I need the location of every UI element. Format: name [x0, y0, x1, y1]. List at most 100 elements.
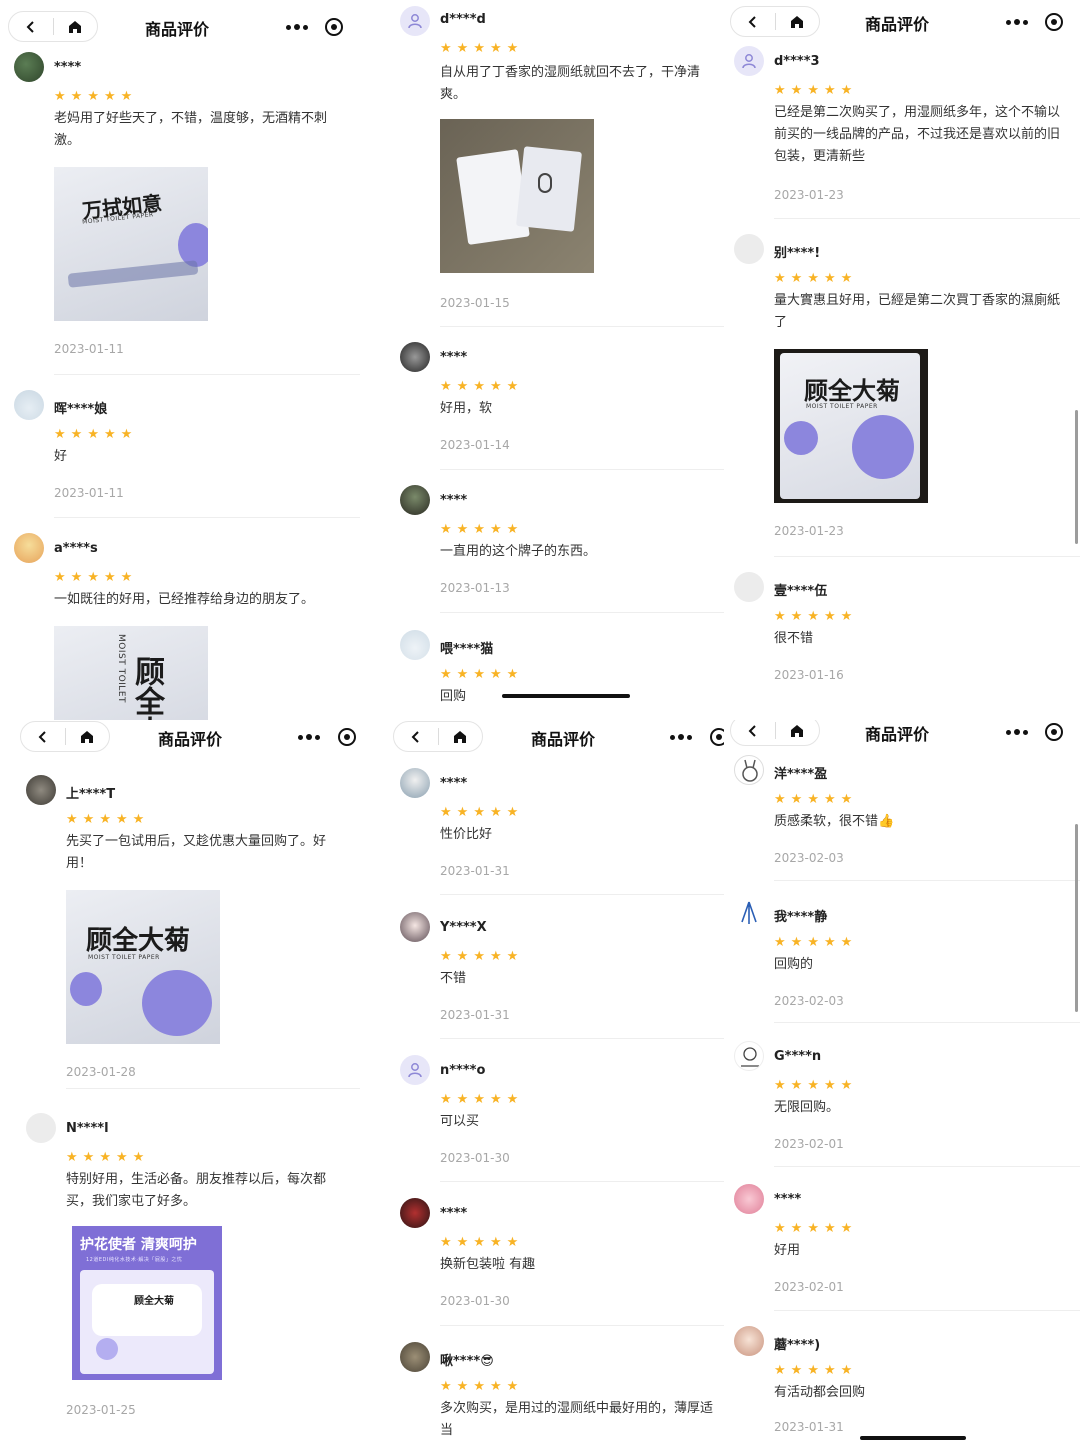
close-miniprogram-icon[interactable]	[325, 18, 343, 36]
review-text: 不错	[440, 971, 467, 986]
review-username: n****o	[440, 1063, 486, 1078]
review-date: 2023-01-11	[54, 486, 124, 500]
review-item: 别****! ★ ★ ★ ★ ★ 量大實惠且好用，已經是第二次買丁香家的濕廁紙了 顾全大…	[734, 234, 1080, 554]
back-icon[interactable]	[21, 722, 65, 751]
review-item: **** ★ ★ ★ ★ ★ 好用 2023-02-01	[734, 1184, 1080, 1304]
review-text: 可以买	[440, 1114, 480, 1129]
review-photo[interactable]: 顾全大菊 MOIST TOILET PAPER	[774, 349, 928, 503]
review-text: 老妈用了好些天了，不错，温度够，无酒精不刺激。	[54, 111, 328, 148]
review-item: n****o ★ ★ ★ ★ ★ 可以买 2023-01-30	[400, 1055, 724, 1175]
review-date: 2023-01-28	[66, 1065, 136, 1079]
avatar	[14, 533, 44, 563]
more-icon[interactable]	[1006, 19, 1028, 25]
scrollbar[interactable]	[1075, 824, 1078, 1012]
star-rating: ★ ★ ★ ★ ★	[66, 1150, 145, 1165]
review-text: 特别好用，生活必备。朋友推荐以后，每次都买，我们家屯了好多。	[66, 1172, 327, 1209]
star-rating: ★ ★ ★ ★ ★	[440, 667, 519, 682]
review-date: 2023-01-14	[440, 438, 510, 452]
avatar	[734, 46, 764, 76]
review-text: 一直用的这个牌子的东西。	[440, 544, 597, 559]
review-item: 晖****娘 ★ ★ ★ ★ ★ 好 2023-01-11	[14, 390, 364, 510]
review-item: Y****X ★ ★ ★ ★ ★ 不错 2023-01-31	[400, 912, 724, 1032]
avatar	[14, 390, 44, 420]
close-miniprogram-icon[interactable]	[710, 728, 724, 746]
package-subtitle: MOIST TOILET PAPER	[806, 403, 878, 410]
avatar	[400, 912, 430, 942]
back-icon[interactable]	[731, 720, 775, 745]
star-rating: ★ ★ ★ ★ ★	[66, 812, 145, 827]
home-icon[interactable]	[438, 722, 482, 751]
review-date: 2023-01-23	[774, 188, 844, 202]
review-username: 晖****娘	[54, 402, 108, 417]
back-icon[interactable]	[9, 12, 53, 41]
review-username: ****	[440, 350, 468, 365]
review-item: d****d ★ ★ ★ ★ ★ 自从用了丁香家的湿厕纸就回不去了，干净清爽。 2023…	[400, 6, 724, 326]
avatar	[26, 1113, 56, 1143]
nav-capsule	[730, 720, 820, 746]
close-miniprogram-icon[interactable]	[338, 728, 356, 746]
avatar	[734, 234, 764, 264]
avatar	[400, 768, 430, 798]
review-username: d****3	[774, 54, 820, 69]
more-icon[interactable]	[670, 734, 692, 740]
review-item: **** ★ ★ ★ ★ ★ 换新包装啦 有趣 2023-01-30	[400, 1198, 724, 1318]
review-username: 蘑****)	[774, 1338, 821, 1353]
more-icon[interactable]	[1006, 729, 1028, 735]
more-icon[interactable]	[286, 24, 308, 30]
review-photo[interactable]	[440, 119, 594, 273]
close-miniprogram-icon[interactable]	[1045, 13, 1063, 31]
review-text: 自从用了丁香家的湿厕纸就回不去了，干净清爽。	[440, 65, 701, 102]
review-username: ****	[440, 493, 468, 508]
star-rating: ★ ★ ★ ★ ★	[774, 935, 853, 950]
review-date: 2023-01-31	[440, 864, 510, 878]
star-rating: ★ ★ ★ ★ ★	[440, 522, 519, 537]
screenshot-panel-6: 商品评价 洋****盈 ★ ★ ★ ★ ★ 质感柔软，很不错👍 2023-02-03 我…	[724, 720, 1080, 1440]
review-username: Y****X	[440, 920, 487, 935]
page-title: 商品评价	[531, 730, 596, 749]
star-rating: ★ ★ ★ ★ ★	[54, 570, 133, 585]
star-rating: ★ ★ ★ ★ ★	[774, 271, 853, 286]
review-text: 换新包装啦 有趣	[440, 1257, 536, 1272]
review-item: G****n ★ ★ ★ ★ ★ 无限回购。 2023-02-01	[734, 1041, 1080, 1161]
package-title: 顾全大菊	[86, 926, 191, 956]
review-username: ****	[774, 1192, 802, 1207]
review-photo[interactable]: 万拭如意 MOIST TOILET PAPER	[54, 167, 208, 321]
home-indicator	[860, 1436, 966, 1440]
review-item: **** ★ ★ ★ ★ ★ 一直用的这个牌子的东西。 2023-01-13	[400, 485, 724, 605]
star-rating: ★ ★ ★ ★ ★	[440, 1379, 519, 1394]
home-icon[interactable]	[65, 722, 109, 751]
home-indicator	[502, 694, 630, 698]
review-photo[interactable]: 顾全大 MOIST TOILET	[54, 626, 208, 720]
star-rating: ★ ★ ★ ★ ★	[440, 379, 519, 394]
star-rating: ★ ★ ★ ★ ★	[440, 949, 519, 964]
package-subtitle: 12道EDI纯化水技术·解决「屁股」之忧	[86, 1257, 183, 1263]
package-title: 顾全大	[129, 656, 164, 720]
screenshot-panel-2: d****d ★ ★ ★ ★ ★ 自从用了丁香家的湿厕纸就回不去了，干净清爽。 2023…	[364, 0, 724, 720]
review-photo[interactable]: 顾全大菊 MOIST TOILET PAPER	[66, 890, 220, 1044]
review-date: 2023-01-23	[774, 524, 844, 538]
avatar	[734, 1041, 764, 1071]
nav-capsule	[20, 721, 110, 752]
review-username: 啾****😎	[440, 1354, 494, 1369]
back-icon[interactable]	[394, 722, 438, 751]
review-date: 2023-01-16	[774, 668, 844, 682]
review-photo[interactable]: 护花使者 清爽呵护 12道EDI纯化水技术·解决「屁股」之忧 顾全大菊	[72, 1226, 222, 1380]
package-badge: 顾全大菊	[134, 1296, 174, 1307]
review-username: a****s	[54, 541, 98, 556]
review-date: 2023-01-25	[66, 1403, 136, 1417]
scrollbar[interactable]	[1075, 410, 1078, 544]
back-icon[interactable]	[731, 7, 775, 36]
avatar	[26, 775, 56, 805]
review-username: 别****!	[774, 246, 821, 261]
review-username: 我****静	[774, 910, 828, 925]
home-icon[interactable]	[775, 7, 819, 36]
home-icon[interactable]	[53, 12, 97, 41]
home-icon[interactable]	[775, 720, 819, 745]
avatar	[400, 342, 430, 372]
review-username: d****d	[440, 12, 486, 27]
review-item: **** ★ ★ ★ ★ ★ 好用，软 2023-01-14	[400, 342, 724, 462]
more-icon[interactable]	[298, 734, 320, 740]
close-miniprogram-icon[interactable]	[1045, 723, 1063, 741]
review-username: 上****T	[66, 787, 116, 802]
review-date: 2023-01-13	[440, 581, 510, 595]
